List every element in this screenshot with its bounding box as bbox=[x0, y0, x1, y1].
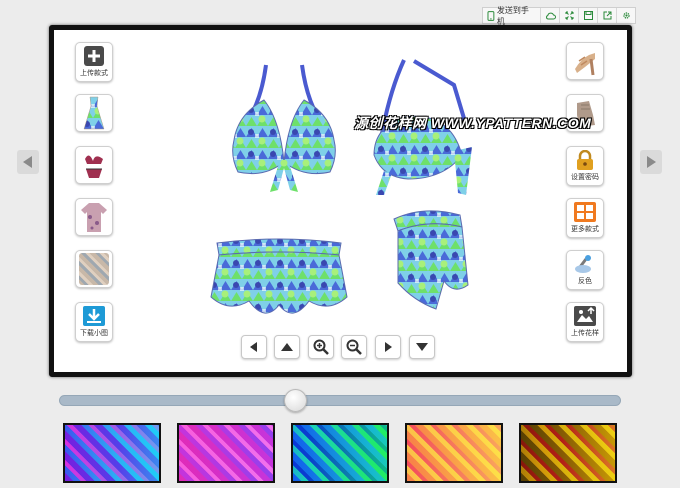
caret-right-icon bbox=[385, 342, 392, 352]
bikini-bottom-side bbox=[393, 210, 469, 310]
more-styles-button[interactable]: 更多款式 bbox=[566, 198, 604, 238]
save-button[interactable] bbox=[578, 8, 597, 23]
paint-palette-icon bbox=[575, 255, 591, 273]
download-thumb-button[interactable]: 下载小图 bbox=[75, 302, 113, 342]
top-toolbar: 发送到手机 bbox=[482, 6, 636, 26]
zoom-in-button[interactable] bbox=[308, 335, 334, 359]
pattern-swatch-purple-blue[interactable] bbox=[63, 423, 161, 483]
download-icon bbox=[83, 306, 105, 326]
zoom-out-button[interactable] bbox=[341, 335, 367, 359]
pattern-swatch-gold-olive[interactable] bbox=[519, 423, 617, 483]
move-right-button[interactable] bbox=[375, 335, 401, 359]
caret-up-icon bbox=[281, 343, 293, 351]
share-icon bbox=[603, 11, 611, 20]
style-thumb-sandal[interactable] bbox=[566, 42, 604, 80]
bikini-icon bbox=[85, 155, 103, 178]
share-button[interactable] bbox=[597, 8, 616, 23]
previous-page-button[interactable] bbox=[17, 150, 39, 174]
lock-icon bbox=[577, 150, 593, 170]
preview-canvas: 上传款式 下载小图 设置密码 更多款式 反色 上传花样 源创花样网 WWW.YP… bbox=[49, 25, 632, 377]
set-password-button[interactable]: 设置密码 bbox=[566, 146, 604, 186]
grid-icon bbox=[574, 202, 596, 222]
download-thumb-label: 下载小图 bbox=[80, 330, 108, 337]
move-down-button[interactable] bbox=[409, 335, 435, 359]
style-thumb-shirt[interactable] bbox=[75, 198, 113, 236]
settings-icon bbox=[622, 12, 630, 19]
style-thumb-dress[interactable] bbox=[75, 94, 113, 132]
caret-left-icon bbox=[250, 342, 257, 352]
upload-style-button[interactable]: 上传款式 bbox=[75, 42, 113, 82]
cloud-icon bbox=[545, 12, 556, 19]
dress-icon bbox=[83, 96, 105, 130]
cloud-button[interactable] bbox=[540, 8, 559, 23]
upload-pattern-label: 上传花样 bbox=[571, 330, 599, 337]
image-upload-icon bbox=[574, 306, 596, 326]
pattern-swatch-pink-purple[interactable] bbox=[177, 423, 275, 483]
send-to-phone-label: 发送到手机 bbox=[496, 5, 529, 26]
upload-style-label: 上传款式 bbox=[80, 70, 108, 77]
expand-icon bbox=[565, 11, 573, 20]
style-thumb-fabric[interactable] bbox=[75, 250, 113, 288]
sandal-icon bbox=[575, 53, 595, 76]
arrow-left-icon bbox=[23, 156, 32, 168]
pattern-swatch-orange-pink[interactable] bbox=[405, 423, 503, 483]
save-icon bbox=[583, 11, 593, 20]
plus-icon bbox=[84, 46, 104, 66]
more-styles-label: 更多款式 bbox=[571, 226, 599, 233]
move-left-button[interactable] bbox=[241, 335, 267, 359]
caret-down-icon bbox=[416, 343, 428, 351]
zoom-out-icon bbox=[346, 339, 362, 355]
scale-slider-knob[interactable] bbox=[283, 389, 307, 412]
bikini-top-front bbox=[232, 64, 336, 192]
settings-button[interactable] bbox=[616, 8, 635, 23]
shirt-icon bbox=[81, 203, 107, 232]
watermark-text: 源创花样网 WWW.YPATTERN.COM bbox=[354, 115, 592, 131]
set-password-label: 设置密码 bbox=[571, 174, 599, 181]
expand-button[interactable] bbox=[559, 8, 578, 23]
fabric-thumb bbox=[79, 253, 109, 285]
upload-pattern-button[interactable]: 上传花样 bbox=[566, 302, 604, 342]
phone-icon bbox=[487, 10, 495, 21]
invert-color-button[interactable]: 反色 bbox=[566, 250, 604, 290]
arrow-right-icon bbox=[647, 156, 656, 168]
style-thumb-bikini[interactable] bbox=[75, 146, 113, 184]
send-to-phone-button[interactable]: 发送到手机 bbox=[483, 6, 540, 26]
bikini-bottom-front bbox=[210, 238, 348, 314]
invert-color-label: 反色 bbox=[578, 278, 592, 285]
zoom-in-icon bbox=[313, 339, 329, 355]
pattern-swatch-green-blue[interactable] bbox=[291, 423, 389, 483]
scale-slider-track[interactable] bbox=[59, 395, 621, 406]
next-page-button[interactable] bbox=[640, 150, 662, 174]
move-up-button[interactable] bbox=[274, 335, 300, 359]
